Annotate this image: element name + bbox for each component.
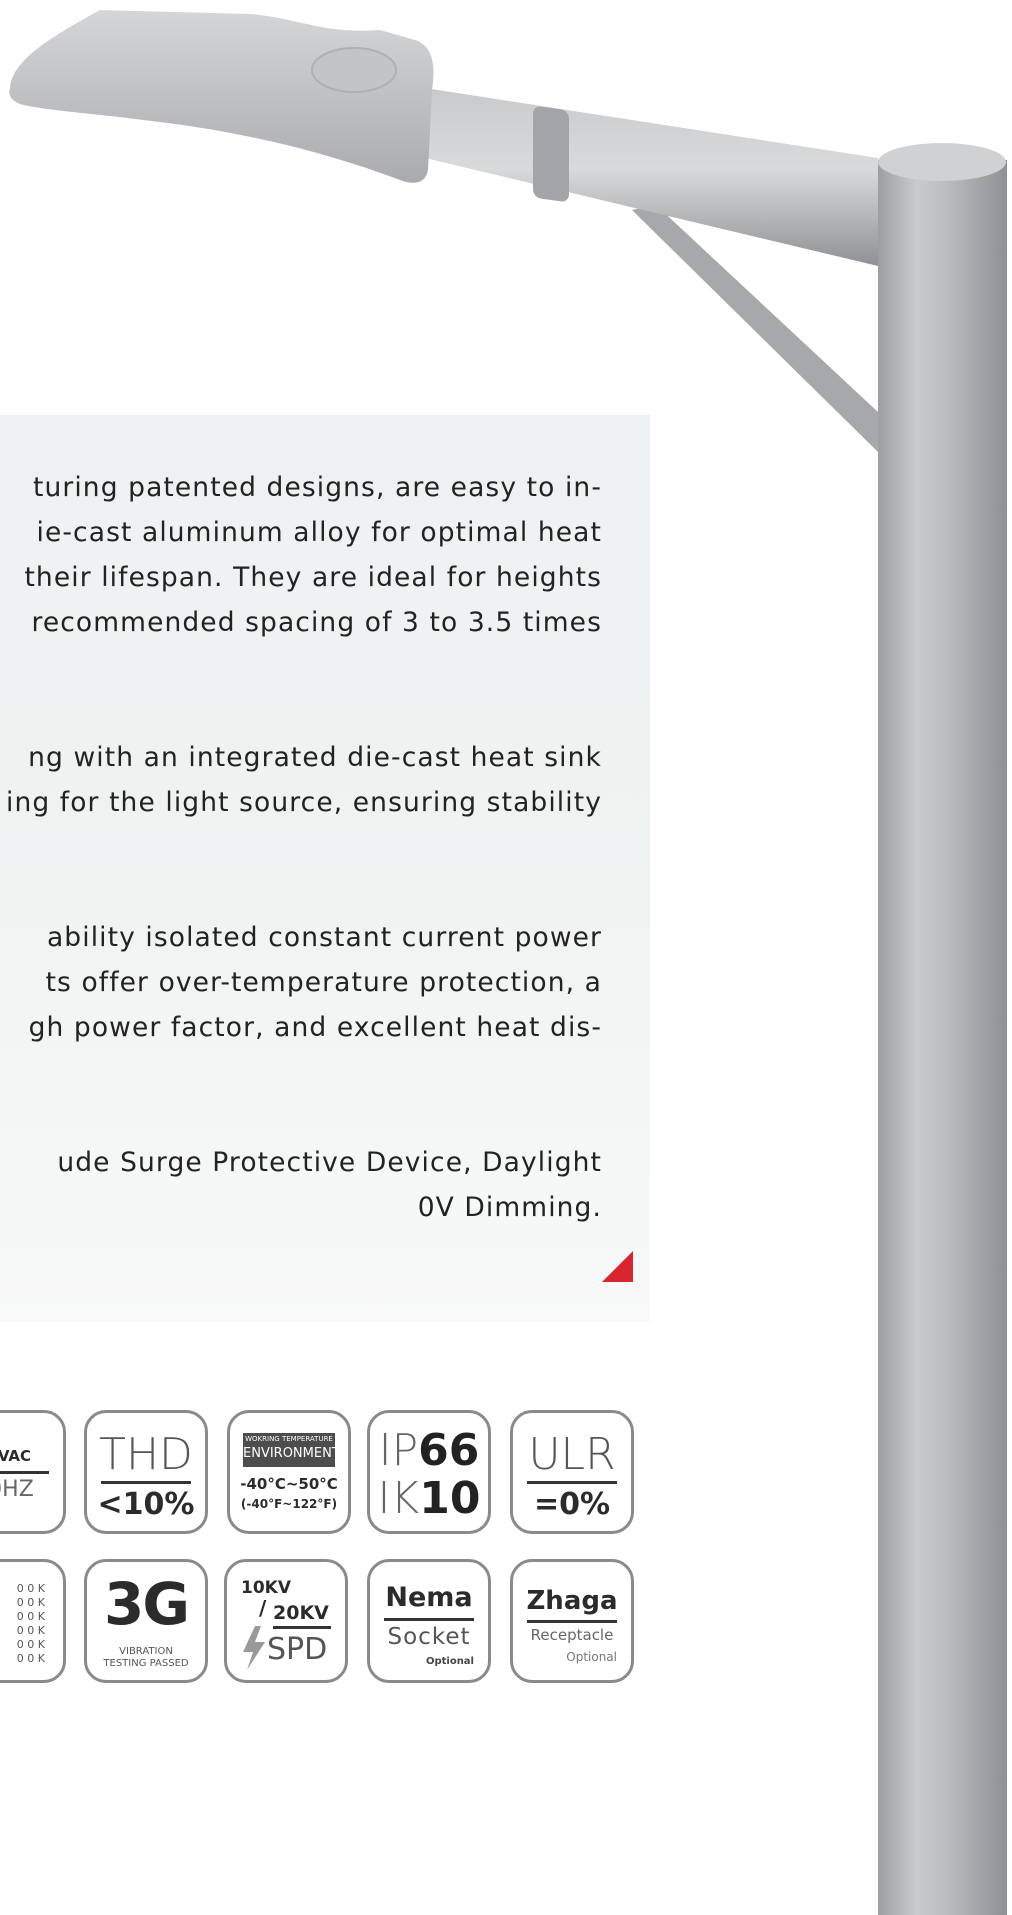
- paragraph-power: ability isolated constant current power …: [0, 915, 602, 1050]
- ulr-badge: ULR =0%: [510, 1410, 634, 1534]
- voltage-badge: 77VAC 60HZ: [0, 1410, 66, 1534]
- thd-badge: THD <10%: [84, 1410, 208, 1534]
- fahrenheit-range: (-40°F~122°F): [240, 1497, 338, 1511]
- lightning-icon: [243, 1626, 265, 1670]
- temperature-banner: WOKRING TEMPERATURE ENVIRONMENT: [243, 1433, 340, 1467]
- spd-badge: 10KV / 20KV SPD: [224, 1559, 348, 1683]
- zhaga-receptacle: Receptacle: [530, 1626, 614, 1644]
- frequency-label: 60HZ: [0, 1477, 34, 1502]
- cct-row: 0 0 K: [16, 1610, 45, 1623]
- pole-cap: [878, 143, 1006, 181]
- cct-list: 0 0 K 0 0 K 0 0 K 0 0 K 0 0 K 0 0 K: [17, 1582, 45, 1666]
- vibration-line1: VIBRATION: [119, 1646, 173, 1657]
- cct-row: 0 0 K: [16, 1624, 45, 1637]
- text-line: ude Surge Protective Device, Daylight: [57, 1147, 602, 1178]
- corner-accent-triangle: [602, 1251, 633, 1282]
- pole-arm: [425, 88, 878, 266]
- text-line: their lifespan. They are ideal for heigh…: [24, 562, 602, 593]
- arm-collar: [533, 106, 569, 202]
- text-line: ing for the light source, ensuring stabi…: [6, 787, 602, 818]
- ik-label: IK: [377, 1473, 420, 1524]
- nema-socket: Socket: [387, 1624, 471, 1650]
- text-line: ie-cast aluminum alloy for optimal heat: [36, 517, 602, 548]
- paragraph-heat-sink: ng with an integrated die-cast heat sink…: [0, 735, 602, 825]
- vibration-grade: 3G: [104, 1570, 190, 1638]
- badge-divider: [0, 1471, 49, 1474]
- ik-rating: IK10: [370, 1475, 488, 1523]
- spd-slash: /: [259, 1596, 267, 1620]
- ip-ik-badge: IP66 IK10: [367, 1410, 491, 1534]
- ulr-title: ULR: [528, 1429, 616, 1480]
- text-line: gh power factor, and excellent heat dis-: [28, 1012, 602, 1043]
- description-panel: turing patented designs, are easy to in-…: [0, 415, 650, 1322]
- text-line: ng with an integrated die-cast heat sink: [28, 742, 602, 773]
- zhaga-title: Zhaga: [526, 1586, 618, 1616]
- cct-badge: 0 0 K 0 0 K 0 0 K 0 0 K 0 0 K 0 0 K: [0, 1559, 66, 1683]
- pole-shaft: [878, 160, 1007, 1915]
- zhaga-optional: Optional: [566, 1650, 617, 1664]
- voltage-label: 77VAC: [0, 1447, 32, 1465]
- spd-10kv: 10KV: [241, 1578, 291, 1598]
- ulr-value: =0%: [533, 1487, 611, 1522]
- text-line: ts offer over-temperature protection, a: [45, 967, 602, 998]
- text-line: ability isolated constant current power: [46, 922, 602, 953]
- badge-divider: [384, 1618, 474, 1621]
- vibration-line2: TESTING PASSED: [103, 1658, 189, 1669]
- temperature-badge: WOKRING TEMPERATURE ENVIRONMENT -40°C~50…: [227, 1410, 351, 1534]
- badge-divider: [527, 1620, 617, 1623]
- ik-value: 10: [419, 1473, 481, 1524]
- celsius-range: -40°C~50°C: [240, 1475, 338, 1493]
- spd-label: SPD: [267, 1632, 328, 1667]
- luminaire-head: [9, 10, 434, 183]
- text-line: turing patented designs, are easy to in-: [32, 472, 602, 503]
- ip-rating: IP66: [370, 1427, 488, 1475]
- text-line: 0V Dimming.: [417, 1192, 602, 1223]
- feature-badges: 77VAC 60HZ THD <10% WOKRING TEMPERATURE …: [0, 1410, 650, 1690]
- luminaire-knob: [311, 47, 397, 93]
- text-line: recommended spacing of 3 to 3.5 times: [31, 607, 602, 638]
- spd-20kv: 20KV: [273, 1602, 329, 1624]
- paragraph-options: ude Surge Protective Device, Daylight 0V…: [0, 1140, 602, 1230]
- cct-row: 0 0 K: [16, 1638, 45, 1651]
- nema-title: Nema: [385, 1582, 473, 1613]
- nema-badge: Nema Socket Optional: [367, 1559, 491, 1683]
- banner-text: ENVIRONMENT: [243, 1446, 340, 1461]
- cct-row: 0 0 K: [16, 1596, 45, 1609]
- badge-divider: [101, 1481, 191, 1484]
- vibration-badge: 3G VIBRATION TESTING PASSED: [84, 1559, 208, 1683]
- ip-label: IP: [378, 1425, 419, 1476]
- ip-value: 66: [418, 1425, 480, 1476]
- zhaga-badge: Zhaga Receptacle Optional: [510, 1559, 634, 1683]
- banner-small-text: WOKRING TEMPERATURE: [245, 1435, 333, 1443]
- thd-title: THD: [99, 1429, 193, 1480]
- thd-value: <10%: [97, 1487, 195, 1522]
- paragraph-design: turing patented designs, are easy to in-…: [0, 465, 602, 645]
- badge-divider: [527, 1481, 617, 1484]
- spd-divider: [273, 1626, 331, 1629]
- nema-optional: Optional: [425, 1656, 474, 1667]
- cct-row: 0 0 K: [16, 1652, 45, 1665]
- cct-row: 0 0 K: [16, 1582, 45, 1595]
